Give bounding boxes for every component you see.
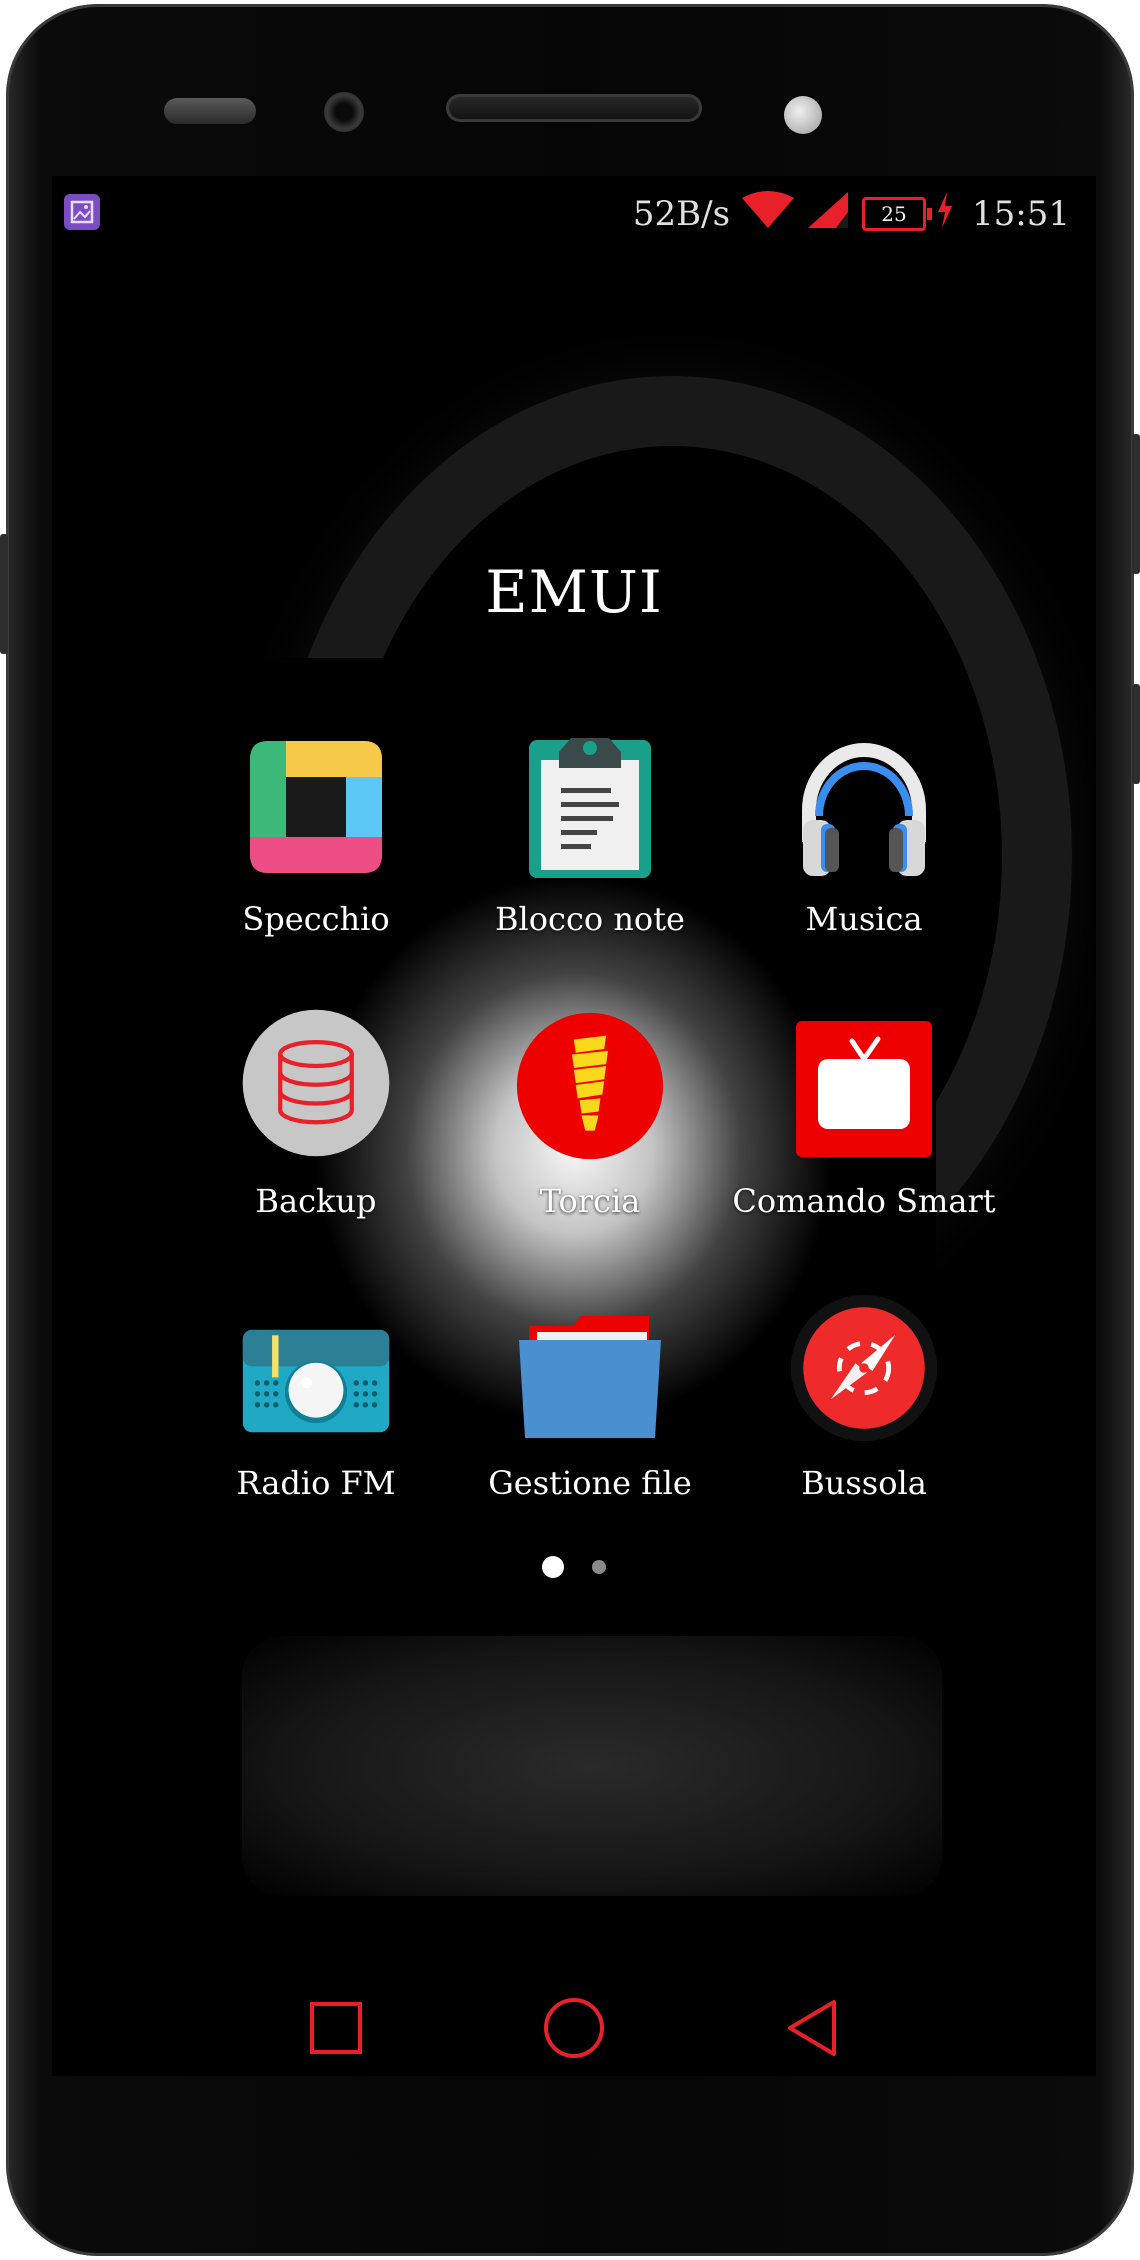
light-sensor: [784, 96, 822, 134]
headphones-icon: [789, 732, 939, 882]
battery-icon: 25: [862, 197, 933, 231]
wifi-icon: [740, 190, 796, 239]
app-label: Bussola: [801, 1464, 927, 1502]
home-button[interactable]: [526, 1980, 622, 2076]
volume-button: [0, 534, 8, 654]
mirror-icon: [241, 732, 391, 882]
screen: 52B/s 25 15:51 EMUI Specchio Blocco note…: [52, 176, 1096, 2076]
app-blocco-note[interactable]: Blocco note: [454, 732, 726, 992]
clock: 15:51: [972, 194, 1070, 234]
back-icon: [788, 2000, 836, 2056]
signal-icon: [806, 190, 852, 239]
home-icon: [544, 1998, 604, 2058]
net-speed: 52B/s: [632, 194, 731, 234]
app-label: Backup: [255, 1182, 377, 1220]
flashlight-bulb-icon: [515, 1012, 665, 1164]
app-torcia[interactable]: Torcia: [454, 1012, 726, 1274]
folder-title[interactable]: EMUI: [52, 558, 1096, 626]
app-specchio[interactable]: Specchio: [180, 732, 452, 992]
radio-icon: [241, 1296, 391, 1446]
folder-icon: [515, 1296, 665, 1446]
app-label: Comando Smart: [732, 1182, 996, 1220]
notepad-icon: [515, 732, 665, 882]
power-button: [1132, 434, 1140, 574]
charging-icon: [936, 191, 954, 237]
battery-level: 25: [881, 202, 907, 226]
wallpaper-blob: [242, 1636, 942, 1896]
page-indicator: [52, 1556, 1096, 1578]
app-gestione-file[interactable]: Gestione file: [454, 1296, 726, 1556]
app-label: Blocco note: [495, 900, 685, 938]
app-comando-smart[interactable]: Comando Smart: [728, 1014, 1000, 1274]
app-grid: Specchio Blocco note Musica Backup Torci…: [204, 732, 1024, 1572]
status-bar: 52B/s 25 15:51: [52, 176, 1096, 252]
app-label: Musica: [805, 900, 923, 938]
side-button: [1132, 684, 1140, 784]
app-label: Torcia: [539, 1182, 641, 1220]
backup-database-icon: [241, 1009, 391, 1164]
app-backup[interactable]: Backup: [180, 1009, 452, 1274]
front-camera: [324, 92, 364, 132]
page-dot-inactive[interactable]: [592, 1560, 606, 1574]
tv-remote-icon: [789, 1014, 939, 1164]
top-sensor-pill: [164, 98, 256, 124]
navigation-bar: [52, 1980, 1096, 2076]
app-radio-fm[interactable]: Radio FM: [180, 1296, 452, 1556]
app-label: Gestione file: [488, 1464, 692, 1502]
app-label: Radio FM: [236, 1464, 396, 1502]
compass-icon: [789, 1294, 939, 1446]
earpiece-speaker: [446, 94, 702, 122]
status-right: 52B/s 25 15:51: [633, 186, 1070, 242]
app-label: Specchio: [242, 900, 390, 938]
back-button[interactable]: [764, 1980, 860, 2076]
recent-apps-icon: [310, 2002, 362, 2054]
recent-apps-button[interactable]: [288, 1980, 384, 2076]
gallery-notification-icon[interactable]: [64, 194, 100, 230]
app-musica[interactable]: Musica: [728, 732, 1000, 992]
page-dot-active[interactable]: [542, 1556, 564, 1578]
app-bussola[interactable]: Bussola: [728, 1294, 1000, 1556]
phone-frame: 52B/s 25 15:51 EMUI Specchio Blocco note…: [0, 4, 1140, 2256]
